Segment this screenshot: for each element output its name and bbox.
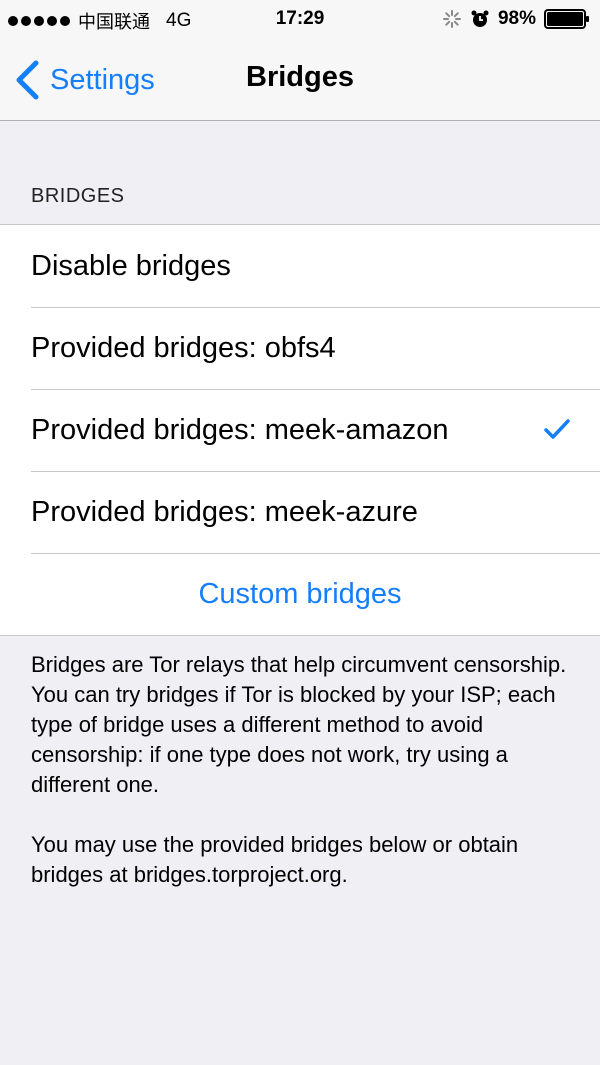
navigation-bar: Settings Bridges <box>0 40 600 121</box>
footer-paragraph-1: Bridges are Tor relays that help circumv… <box>31 652 567 797</box>
row-meek-azure[interactable]: Provided bridges: meek-azure <box>0 471 600 553</box>
custom-bridges-button[interactable]: Custom bridges <box>0 553 600 635</box>
footer-paragraph-2: You may use the provided bridges below o… <box>31 832 519 887</box>
row-label: Provided bridges: meek-amazon <box>31 413 449 446</box>
alarm-icon <box>471 10 489 27</box>
row-disable-bridges[interactable]: Disable bridges <box>0 225 600 307</box>
status-bar: 中国联通 4G 17:29 98% <box>0 0 600 40</box>
activity-spinner-icon <box>442 10 461 28</box>
row-meek-amazon[interactable]: Provided bridges: meek-amazon <box>0 389 600 471</box>
battery-icon <box>544 9 589 29</box>
row-obfs4[interactable]: Provided bridges: obfs4 <box>0 307 600 389</box>
section-header: BRIDGES <box>31 185 125 207</box>
section-footer: Bridges are Tor relays that help circumv… <box>31 650 571 890</box>
bridges-table: Disable bridges Provided bridges: obfs4 … <box>0 224 600 636</box>
battery-percentage: 98% <box>497 8 536 29</box>
status-right: 98% <box>442 8 590 30</box>
row-label: Provided bridges: obfs4 <box>31 331 336 364</box>
page-title: Bridges <box>246 61 354 93</box>
checkmark-icon <box>544 419 570 439</box>
custom-bridges-label: Custom bridges <box>198 577 402 610</box>
row-label: Disable bridges <box>31 249 231 282</box>
row-label: Provided bridges: meek-azure <box>31 495 418 528</box>
